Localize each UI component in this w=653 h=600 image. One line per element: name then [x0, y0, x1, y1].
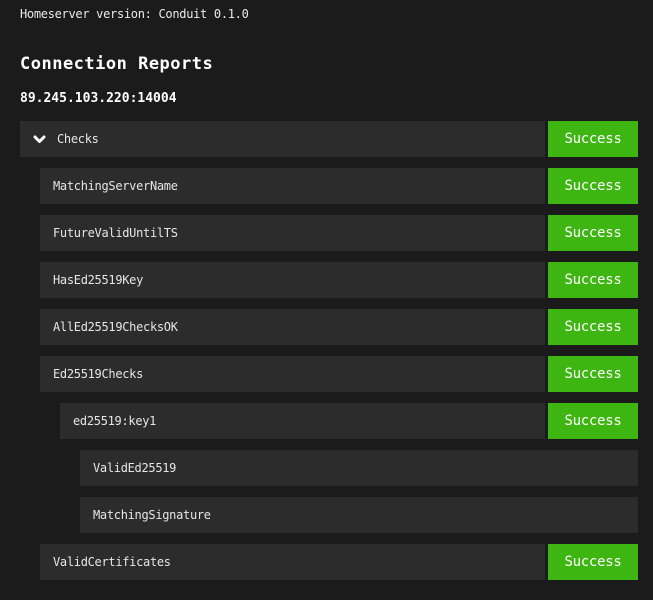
- row-label: HasEd25519Key: [40, 262, 545, 298]
- status-badge: Success: [548, 356, 638, 392]
- row-label-text: Checks: [57, 132, 99, 146]
- status-badge: Success: [548, 215, 638, 251]
- status-badge: Success: [548, 121, 638, 157]
- report-row: MatchingServerName Success: [40, 168, 638, 204]
- row-label-text: ValidEd25519: [93, 461, 176, 475]
- server-address: 89.245.103.220:14004: [20, 91, 638, 106]
- report-row: MatchingSignature: [80, 497, 638, 533]
- connection-report-page: Homeserver version: Conduit 0.1.0 Connec…: [20, 7, 638, 580]
- row-label: ValidEd25519: [80, 450, 638, 486]
- page-title: Connection Reports: [20, 54, 638, 74]
- status-badge: Success: [548, 544, 638, 580]
- status-badge: Success: [548, 262, 638, 298]
- report-list: ChecksSuccessMatchingServerNameSuccessFu…: [20, 121, 638, 580]
- row-label: ValidCertificates: [40, 544, 545, 580]
- chevron-down-icon: [33, 135, 46, 144]
- report-row: ValidCertificates Success: [40, 544, 638, 580]
- row-label-text: AllEd25519ChecksOK: [53, 320, 178, 334]
- row-label: Ed25519Checks: [40, 356, 545, 392]
- row-label: MatchingServerName: [40, 168, 545, 204]
- report-row: AllEd25519ChecksOK Success: [40, 309, 638, 345]
- report-row: ed25519:key1 Success: [60, 403, 638, 439]
- row-label: FutureValidUntilTS: [40, 215, 545, 251]
- report-row: Ed25519Checks Success: [40, 356, 638, 392]
- status-badge: Success: [548, 403, 638, 439]
- report-row: FutureValidUntilTS Success: [40, 215, 638, 251]
- row-label: AllEd25519ChecksOK: [40, 309, 545, 345]
- expandable-row-header[interactable]: Checks: [20, 121, 545, 157]
- row-label-text: HasEd25519Key: [53, 273, 143, 287]
- row-label-text: MatchingServerName: [53, 179, 178, 193]
- status-badge: Success: [548, 309, 638, 345]
- homeserver-version-text: Homeserver version: Conduit 0.1.0: [20, 7, 638, 22]
- row-label-text: ed25519:key1: [73, 414, 156, 428]
- report-row: ValidEd25519: [80, 450, 638, 486]
- row-label: ed25519:key1: [60, 403, 545, 439]
- status-badge: Success: [548, 168, 638, 204]
- row-label-text: ValidCertificates: [53, 555, 171, 569]
- row-label-text: MatchingSignature: [93, 508, 211, 522]
- report-row: Checks Success: [20, 121, 638, 157]
- row-label-text: Ed25519Checks: [53, 367, 143, 381]
- row-label-text: FutureValidUntilTS: [53, 226, 178, 240]
- report-row: HasEd25519Key Success: [40, 262, 638, 298]
- row-label: MatchingSignature: [80, 497, 638, 533]
